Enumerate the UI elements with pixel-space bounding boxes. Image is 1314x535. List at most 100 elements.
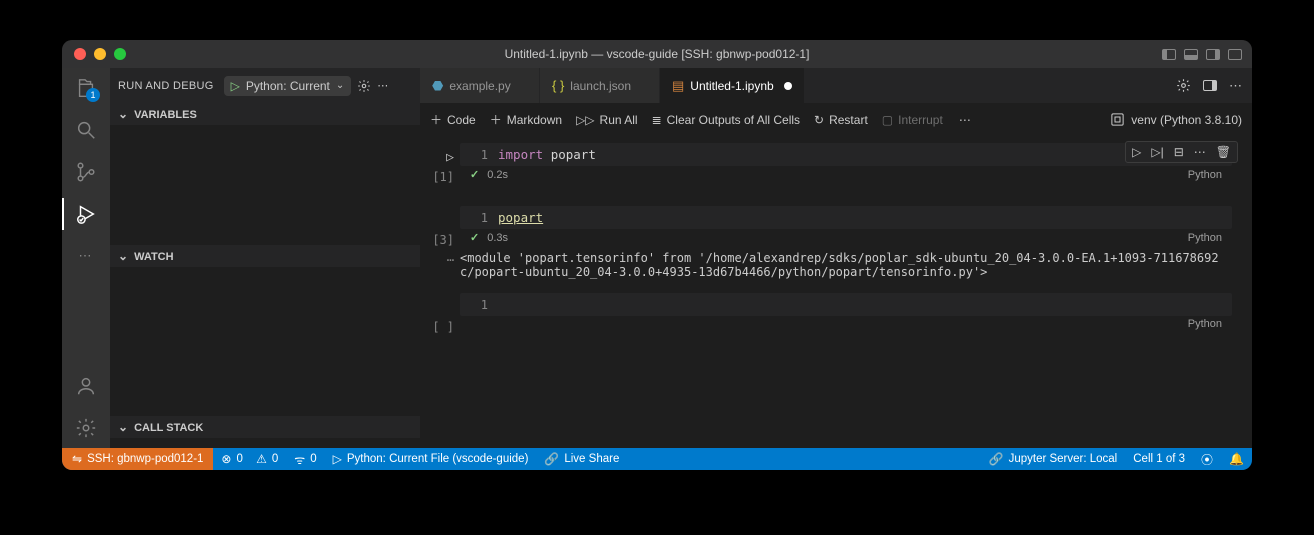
- sidebar-more-icon[interactable]: ⋯: [377, 79, 388, 92]
- jupyter-server[interactable]: 🔗 Jupyter Server: Local: [981, 452, 1126, 466]
- ports-count: 0: [310, 453, 316, 465]
- add-markdown-cell-button[interactable]: ＋ Markdown: [490, 111, 562, 128]
- execution-count: [1]: [420, 166, 460, 184]
- restart-kernel-button[interactable]: ↻ Restart: [814, 113, 868, 127]
- cell-language[interactable]: Python: [1188, 318, 1222, 330]
- split-cell-icon[interactable]: ⊟: [1174, 145, 1184, 159]
- toggle-panel-icon[interactable]: [1184, 49, 1198, 60]
- debug-target[interactable]: ▷ Python: Current File (vscode-guide): [325, 448, 537, 470]
- delete-cell-icon[interactable]: 🗑: [1216, 145, 1231, 159]
- python-file-icon: ⬣: [432, 78, 443, 94]
- run-cell-icon[interactable]: ▷: [1132, 145, 1141, 159]
- feedback-icon[interactable]: ⦿: [1193, 451, 1221, 468]
- vscode-window: Untitled-1.ipynb — vscode-guide [SSH: gb…: [62, 40, 1252, 470]
- run-cell-button[interactable]: ▷: [420, 143, 460, 165]
- notebook-body[interactable]: ▷ ▷| ⊟ ⋯ 🗑 ▷ 1 import popart: [420, 137, 1252, 448]
- toggle-secondary-sidebar-icon[interactable]: [1206, 49, 1220, 60]
- callstack-label: CALL STACK: [134, 422, 203, 434]
- plus-icon: ＋: [430, 111, 442, 128]
- settings-gear-icon[interactable]: [74, 416, 98, 440]
- kernel-selector[interactable]: venv (Python 3.8.10): [1110, 112, 1242, 127]
- account-icon[interactable]: [74, 374, 98, 398]
- cell-status-row: [ ] Python: [420, 316, 1244, 334]
- more-views-icon[interactable]: ⋯: [74, 244, 98, 268]
- split-editor-icon[interactable]: [1203, 80, 1217, 91]
- dirty-indicator-icon: [784, 82, 792, 90]
- output-collapse-icon[interactable]: ⋯: [420, 251, 460, 267]
- minimize-window-button[interactable]: [94, 48, 106, 60]
- tab-label: example.py: [449, 79, 510, 93]
- traffic-lights: [62, 48, 126, 60]
- callstack-section-header[interactable]: ⌄ CALL STACK: [110, 416, 420, 438]
- code-content[interactable]: popart: [498, 210, 543, 225]
- tab-launch-json[interactable]: { } launch.json: [540, 68, 660, 103]
- add-code-label: Code: [447, 113, 476, 127]
- debug-play-icon: ▷: [333, 452, 342, 466]
- clear-outputs-label: Clear Outputs of All Cells: [667, 113, 800, 127]
- debug-config-selector[interactable]: ▷ Python: Current ⌄: [224, 76, 352, 96]
- zoom-window-button[interactable]: [114, 48, 126, 60]
- variables-section-header[interactable]: ⌄ VARIABLES: [110, 103, 420, 125]
- remote-indicator[interactable]: ⇋ SSH: gbnwp-pod012-1: [62, 448, 213, 470]
- toolbar-more-icon[interactable]: ⋯: [959, 113, 971, 127]
- cell-language[interactable]: Python: [1188, 232, 1222, 244]
- run-all-label: Run All: [600, 113, 638, 127]
- close-window-button[interactable]: [74, 48, 86, 60]
- error-icon: ⊗: [221, 452, 231, 466]
- error-count: 0: [236, 453, 242, 465]
- execution-count: [3]: [420, 229, 460, 247]
- cell-more-icon[interactable]: ⋯: [1194, 145, 1206, 159]
- kernel-label: venv (Python 3.8.10): [1131, 113, 1242, 127]
- interrupt-icon: ▢: [882, 113, 893, 127]
- debug-settings-icon[interactable]: [357, 79, 371, 93]
- cell-position-label: Cell 1 of 3: [1133, 453, 1185, 465]
- run-debug-icon[interactable]: [74, 202, 98, 226]
- code-content[interactable]: import popart: [498, 147, 596, 162]
- explorer-icon[interactable]: 1: [74, 76, 98, 100]
- success-check-icon: ✓: [470, 168, 479, 181]
- source-control-icon[interactable]: [74, 160, 98, 184]
- add-code-cell-button[interactable]: ＋ Code: [430, 111, 476, 128]
- code-content[interactable]: [498, 297, 506, 312]
- notifications-icon[interactable]: 🔔: [1221, 452, 1252, 466]
- watch-panel: [110, 267, 420, 367]
- ports-indicator[interactable]: ᯤ 0: [286, 448, 324, 470]
- run-all-button[interactable]: ▷▷ Run All: [576, 113, 638, 127]
- output-text[interactable]: <module 'popart.tensorinfo' from '/home/…: [460, 251, 1244, 279]
- start-debug-icon[interactable]: ▷: [231, 79, 240, 93]
- cell-input[interactable]: 1: [460, 293, 1232, 316]
- cell-input[interactable]: 1 import popart: [460, 143, 1232, 166]
- watch-section-header[interactable]: ⌄ WATCH: [110, 245, 420, 267]
- execution-time: 0.3s: [487, 232, 508, 244]
- customize-layout-icon[interactable]: [1228, 49, 1242, 60]
- tab-label: Untitled-1.ipynb: [690, 79, 773, 93]
- tab-untitled-ipynb[interactable]: ▤ Untitled-1.ipynb: [660, 68, 805, 103]
- explorer-badge: 1: [86, 88, 100, 102]
- clear-outputs-button[interactable]: ≣ Clear Outputs of All Cells: [652, 113, 800, 127]
- notebook-cell[interactable]: 1 popart: [420, 206, 1244, 229]
- notebook-cell[interactable]: 1: [420, 293, 1244, 316]
- search-icon[interactable]: [74, 118, 98, 142]
- jupyter-server-icon: 🔗: [989, 452, 1004, 466]
- cell-position[interactable]: Cell 1 of 3: [1125, 453, 1193, 465]
- editor-group: ⬣ example.py { } launch.json ▤ Untitled-…: [420, 68, 1252, 448]
- debug-target-label: Python: Current File (vscode-guide): [347, 453, 529, 465]
- interrupt-kernel-button[interactable]: ▢ Interrupt: [882, 113, 943, 127]
- tab-example-py[interactable]: ⬣ example.py: [420, 68, 540, 103]
- problems-indicator[interactable]: ⊗0 ⚠0: [213, 448, 286, 470]
- chevron-down-icon[interactable]: ⌄: [336, 80, 344, 91]
- cell-toolbar: ▷ ▷| ⊟ ⋯ 🗑: [1125, 141, 1238, 163]
- notebook-cell[interactable]: ▷ 1 import popart: [420, 143, 1244, 166]
- cell-status-row: [1] ✓ 0.2s Python: [420, 166, 1244, 184]
- toggle-primary-sidebar-icon[interactable]: [1162, 49, 1176, 60]
- cell-language[interactable]: Python: [1188, 169, 1222, 181]
- editor-settings-icon[interactable]: [1176, 78, 1191, 93]
- tab-more-icon[interactable]: ⋯: [1229, 78, 1242, 94]
- cell-input[interactable]: 1 popart: [460, 206, 1232, 229]
- add-markdown-label: Markdown: [507, 113, 562, 127]
- execution-count: [ ]: [420, 316, 460, 334]
- run-by-line-icon[interactable]: ▷|: [1151, 145, 1163, 159]
- live-share[interactable]: 🔗 Live Share: [536, 448, 627, 470]
- warning-icon: ⚠: [256, 452, 267, 466]
- bell-icon: 🔔: [1229, 452, 1244, 466]
